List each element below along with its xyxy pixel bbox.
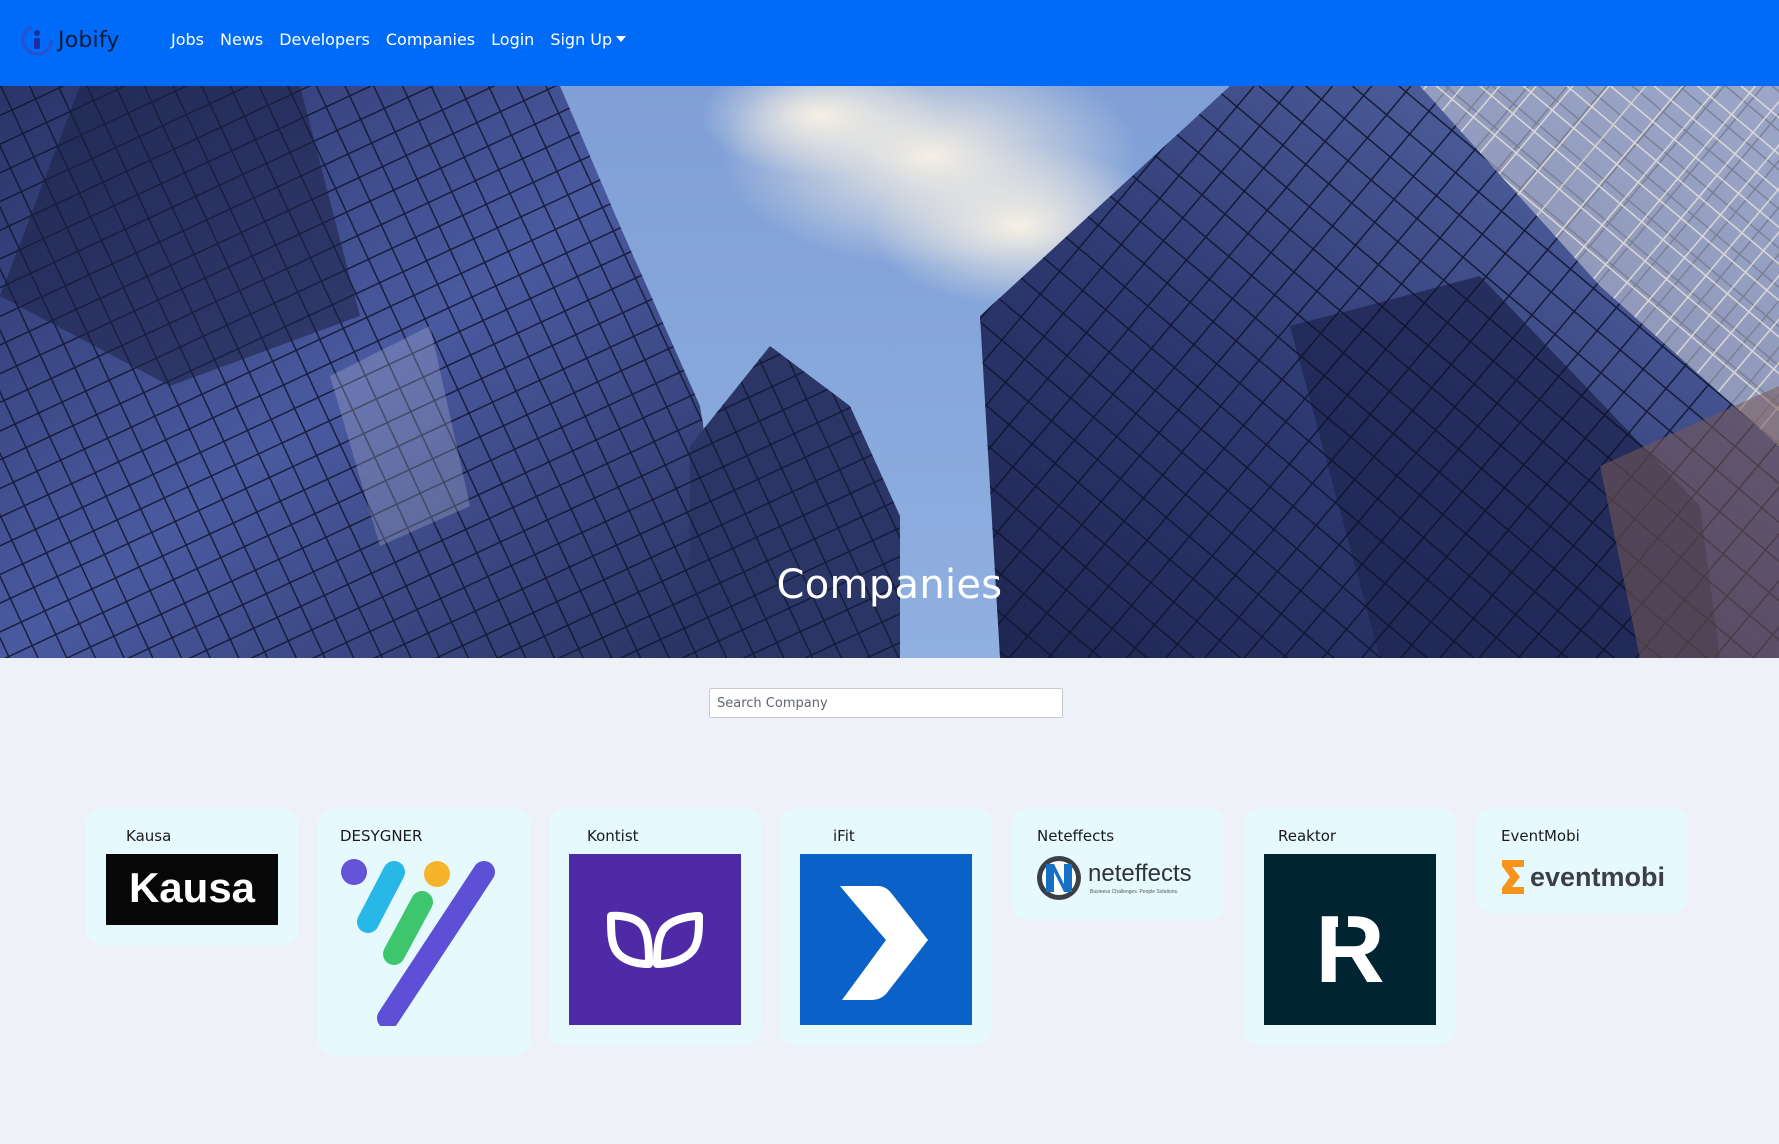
- company-card-neteffects[interactable]: Neteffects neteffects Business Challenge…: [1012, 808, 1224, 920]
- reaktor-logo-text: R: [1315, 896, 1384, 1003]
- hero-title: Companies: [776, 562, 1003, 608]
- nav-signup-dropdown[interactable]: Sign Up: [550, 30, 627, 49]
- jobify-logo-icon: [21, 24, 53, 56]
- reaktor-logo: R: [1264, 854, 1436, 1025]
- neteffects-logo-text: neteffects: [1088, 860, 1192, 887]
- nav-developers[interactable]: Developers: [279, 30, 370, 49]
- nav-links: Jobs News Developers Companies Login Sig…: [171, 30, 642, 49]
- chevron-down-icon: [616, 36, 627, 42]
- hero-banner: Companies: [0, 86, 1779, 658]
- nav-login[interactable]: Login: [491, 30, 534, 49]
- company-name: Neteffects: [1037, 827, 1115, 845]
- brand-name: Jobify: [58, 27, 120, 53]
- company-name: EventMobi: [1501, 827, 1580, 845]
- nav-companies[interactable]: Companies: [386, 30, 475, 49]
- company-name: Reaktor: [1278, 827, 1337, 845]
- company-card-desygner[interactable]: DESYGNER: [318, 808, 530, 1056]
- company-name: iFit: [833, 827, 855, 845]
- company-name: Kausa: [126, 827, 172, 845]
- nav-news[interactable]: News: [220, 30, 263, 49]
- company-name: DESYGNER: [340, 827, 423, 845]
- navbar: Jobify Jobs News Developers Companies Lo…: [0, 0, 1779, 86]
- company-card-ifit[interactable]: iFit: [780, 808, 992, 1045]
- ifit-logo: [800, 854, 972, 1025]
- desygner-logo: [341, 859, 495, 1026]
- company-card-eventmobi[interactable]: EventMobi eventmobi: [1476, 808, 1688, 913]
- kausa-logo-text: Kausa: [129, 864, 256, 911]
- brand[interactable]: Jobify: [20, 20, 120, 60]
- kausa-logo: Kausa: [106, 854, 278, 925]
- neteffects-tagline: Business Challenges. People Solutions.: [1090, 889, 1178, 895]
- neteffects-logo: neteffects Business Challenges. People S…: [1037, 856, 1192, 900]
- company-card-kausa[interactable]: Kausa Kausa: [86, 808, 298, 945]
- nav-signup-label: Sign Up: [550, 30, 613, 49]
- nav-jobs[interactable]: Jobs: [171, 30, 204, 49]
- eventmobi-logo: eventmobi: [1502, 860, 1665, 894]
- company-name: Kontist: [587, 827, 639, 845]
- search-company-input[interactable]: [709, 688, 1063, 718]
- kontist-logo: [569, 854, 741, 1025]
- company-card-kontist[interactable]: Kontist: [549, 808, 761, 1045]
- company-card-reaktor[interactable]: Reaktor R: [1244, 808, 1456, 1045]
- eventmobi-logo-text: eventmobi: [1530, 862, 1665, 892]
